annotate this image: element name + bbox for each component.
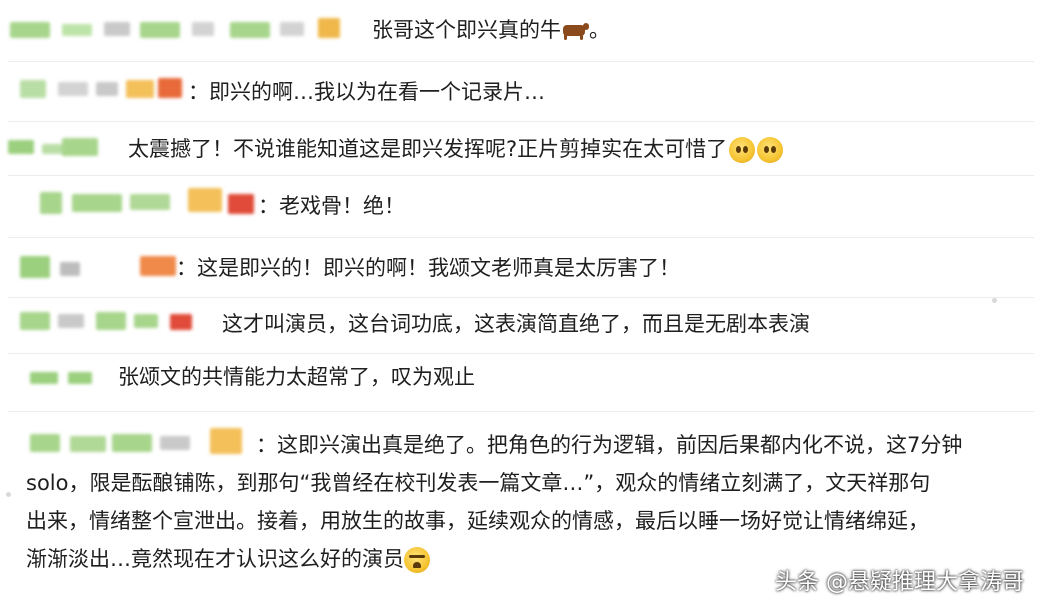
cow-emoji-icon	[561, 22, 589, 40]
username-blur	[10, 22, 50, 38]
comment-text: ：这是即兴的！即兴的啊！我颂文老师真是太厉害了！	[176, 256, 680, 280]
comment-text: ：这即兴演出真是绝了。把角色的行为逻辑，前因后果都内化不说，这7分钟 solo，…	[26, 433, 963, 573]
comment-text: 太震撼了！不说谁能知道这是即兴发挥呢?正片剪掉实在太可惜了	[128, 136, 784, 163]
comment-text: 张颂文的共情能力太超常了，叹为观止	[118, 365, 475, 389]
comment-row: 张哥这个即兴真的牛。	[0, 0, 1042, 60]
watermark: 头条 @悬疑推理大拿涛哥	[775, 570, 1024, 595]
comment-text: ：老戏骨！绝！	[258, 194, 405, 218]
comment-row: ：这是即兴的！即兴的啊！我颂文老师真是太厉害了！	[0, 238, 1042, 296]
comment-text: 张哥这个即兴真的牛。	[372, 18, 610, 42]
worried-face-emoji-icon	[757, 137, 784, 163]
comment-row: ：即兴的啊…我以为在看一个记录片…	[0, 62, 1042, 120]
comment-row: 张颂文的共情能力太超常了，叹为观止	[0, 354, 1042, 410]
comment-screenshot: { "comments": [ {"text": "张哥这个即兴真的牛"}, {…	[0, 0, 1042, 610]
comment-text: 这才叫演员，这台词功底，这表演简直绝了，而且是无剧本表演	[222, 312, 810, 336]
comment-row: ：老戏骨！绝！	[0, 176, 1042, 236]
badge-blur	[318, 18, 340, 38]
crying-face-emoji-icon	[404, 547, 430, 573]
comment-text: ：即兴的啊…我以为在看一个记录片…	[188, 80, 545, 104]
comment-row: 太震撼了！不说谁能知道这是即兴发挥呢?正片剪掉实在太可惜了	[0, 122, 1042, 174]
comment-row: 这才叫演员，这台词功底，这表演简直绝了，而且是无剧本表演	[0, 298, 1042, 352]
worried-face-emoji-icon	[729, 137, 756, 163]
